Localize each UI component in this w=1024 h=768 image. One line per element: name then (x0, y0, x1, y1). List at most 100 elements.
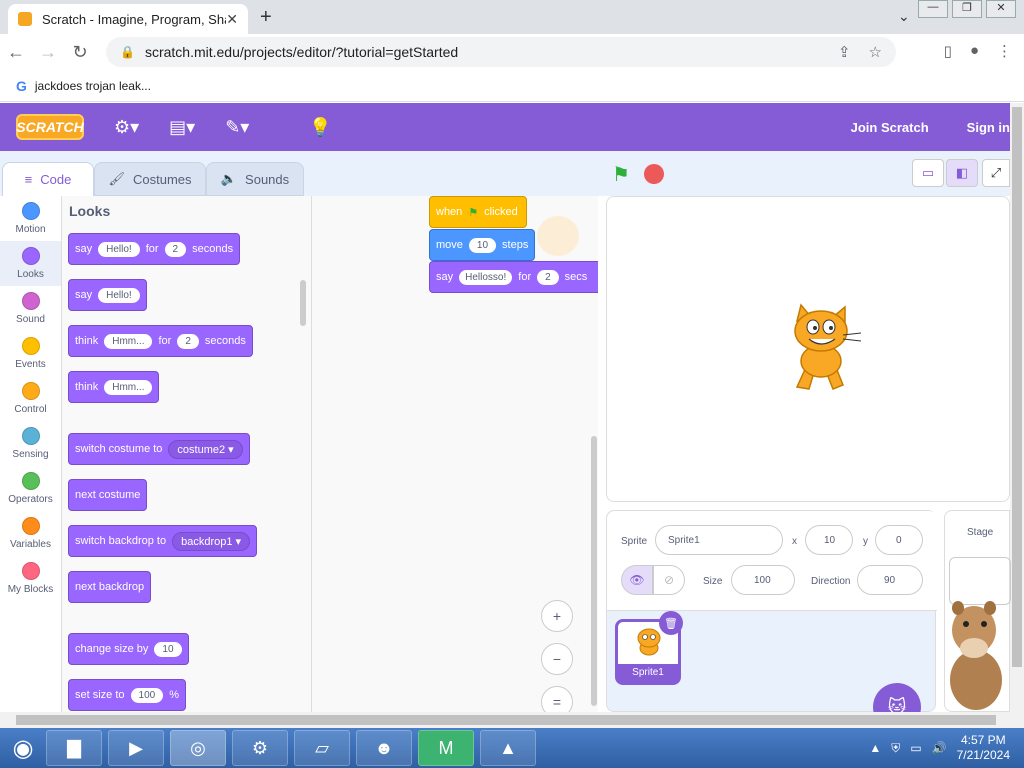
category-operators[interactable]: Operators (0, 466, 61, 511)
say-for-seconds-block[interactable]: say Hello! for 2 seconds (68, 233, 241, 265)
tab-sounds[interactable]: 🔈 Sounds (206, 162, 304, 196)
forward-arrow-icon[interactable]: → (32, 42, 64, 63)
fullscreen-button[interactable]: ⤢ (982, 159, 1010, 187)
size-field[interactable]: 100 (731, 565, 795, 595)
share-icon[interactable]: ⇪ (838, 43, 851, 61)
tab-search-chevron-icon[interactable]: ⌄ (898, 8, 910, 25)
switch-backdrop-block[interactable]: switch backdrop to backdrop1 ▾ (68, 525, 258, 557)
backdrop-thumbnail[interactable] (949, 557, 1011, 605)
think-block[interactable]: think Hmm... (68, 371, 160, 403)
green-flag-icon: ⚑ (468, 206, 479, 219)
tab-code[interactable]: ≡ Code (2, 162, 94, 196)
category-sensing[interactable]: Sensing (0, 421, 61, 466)
category-looks[interactable]: Looks (0, 241, 61, 286)
switch-costume-block[interactable]: switch costume to costume2 ▾ (68, 433, 250, 465)
bookmark-star-icon[interactable]: ☆ (869, 43, 882, 61)
taskbar-app-notepad-icon[interactable]: ▱ (294, 730, 350, 766)
say-for-secs-block[interactable]: say Hellosso! for 2 secs (429, 261, 598, 293)
code-workspace[interactable]: when ⚑ clicked move 10 steps say Hellosso! for… (312, 196, 598, 712)
small-stage-button[interactable]: ▭ (912, 159, 944, 187)
edit-pencil-icon[interactable]: ✎▾ (225, 117, 249, 138)
scratch-menu-bar: SCRATCH ⚙▾ ▤▾ ✎▾ 💡 Join Scratch Sign in (0, 103, 1010, 151)
start-button[interactable]: ◉ (0, 730, 46, 766)
speaker-icon: 🔈 (220, 171, 238, 186)
delete-sprite-trash-icon[interactable]: 🗑 (659, 611, 683, 635)
taskbar-app-chrome-icon[interactable]: ◎ (170, 730, 226, 766)
tray-expand-icon[interactable]: ▲ (869, 741, 881, 755)
zoom-reset-button[interactable]: = (541, 686, 573, 712)
cat-sprite-icon[interactable] (777, 303, 867, 395)
code-icon: ≡ (24, 172, 33, 187)
say-block[interactable]: say Hello! (68, 279, 147, 311)
scratch-logo[interactable]: SCRATCH (16, 114, 84, 140)
sprite-pane: Sprite Sprite1 x 10 y 0 👁 ⊘ Size 100 Dir… (606, 510, 937, 731)
category-events[interactable]: Events (0, 331, 61, 376)
taskbar-app-game-icon[interactable]: ▲ (480, 730, 536, 766)
category-motion[interactable]: Motion (0, 196, 61, 241)
reload-icon[interactable]: ↻ (64, 42, 96, 63)
workspace-scrollbar[interactable] (591, 436, 597, 706)
stop-button[interactable] (644, 164, 664, 184)
when-flag-clicked-block[interactable]: when ⚑ clicked (429, 196, 527, 228)
taskbar-app-terminal-icon[interactable]: ▇ (46, 730, 102, 766)
close-tab-icon[interactable]: ✕ (226, 11, 238, 28)
side-panel-icon[interactable]: ▯ (944, 42, 952, 60)
profile-icon[interactable]: ● (970, 42, 979, 60)
taskbar-app-media-player-icon[interactable]: ▶ (108, 730, 164, 766)
minimize-button[interactable]: — (918, 0, 948, 18)
taskbar-app-robot-icon[interactable]: ☻ (356, 730, 412, 766)
hide-sprite-eye-icon[interactable]: ⊘ (653, 565, 685, 595)
url-field[interactable]: 🔒 scratch.mit.edu/projects/editor/?tutor… (106, 37, 896, 67)
category-my-blocks[interactable]: My Blocks (0, 556, 61, 601)
change-size-block[interactable]: change size by 10 (68, 633, 189, 665)
join-scratch-link[interactable]: Join Scratch (851, 120, 929, 135)
tab-costumes[interactable]: 🖌 Costumes (94, 162, 206, 196)
stage-canvas[interactable] (606, 196, 1010, 502)
sprite-name-field[interactable]: Sprite1 (655, 525, 783, 555)
direction-field[interactable]: 90 (857, 565, 923, 595)
sprite-watermark-icon (537, 216, 579, 256)
menu-kebab-icon[interactable]: ⋮ (997, 42, 1012, 60)
move-steps-block[interactable]: move 10 steps (429, 229, 536, 261)
sign-in-link[interactable]: Sign in (967, 120, 1010, 135)
normal-stage-button[interactable]: ◧ (946, 159, 978, 187)
page-horizontal-scrollbar[interactable] (0, 712, 1010, 728)
file-menu-icon[interactable]: ▤▾ (169, 117, 195, 138)
browser-tab[interactable]: Scratch - Imagine, Program, Shar ✕ (8, 4, 248, 34)
close-window-button[interactable]: ✕ (986, 0, 1016, 18)
hamster-overlay-image (950, 601, 1002, 710)
next-costume-block[interactable]: next costume (68, 479, 148, 511)
category-control[interactable]: Control (0, 376, 61, 421)
taskbar-clock[interactable]: 4:57 PM 7/21/2024 (957, 733, 1010, 763)
editor-tabs: ≡ Code 🖌 Costumes 🔈 Sounds (0, 151, 600, 196)
bookmark-item[interactable]: jackdoes trojan leak... (35, 79, 151, 93)
new-tab-button[interactable]: + (260, 6, 272, 29)
tutorials-lightbulb-icon[interactable]: 💡 (309, 117, 331, 138)
back-arrow-icon[interactable]: ← (0, 42, 32, 63)
taskbar-app-malwarebytes-icon[interactable]: M (418, 730, 474, 766)
category-variables[interactable]: Variables (0, 511, 61, 556)
taskbar-app-steam-icon[interactable]: ⚙ (232, 730, 288, 766)
page-vertical-scrollbar[interactable] (1010, 103, 1024, 728)
maximize-button[interactable]: ❐ (952, 0, 982, 18)
palette-scrollbar[interactable] (300, 280, 306, 326)
show-sprite-eye-icon[interactable]: 👁 (621, 565, 653, 595)
stage-header: ⚑ ▭ ◧ ⤢ (598, 151, 1010, 196)
tab-title: Scratch - Imagine, Program, Shar (42, 11, 227, 27)
zoom-in-button[interactable]: + (541, 600, 573, 632)
think-for-seconds-block[interactable]: think Hmm... for 2 seconds (68, 325, 253, 357)
y-position-field[interactable]: 0 (875, 525, 923, 555)
next-backdrop-block[interactable]: next backdrop (68, 571, 152, 603)
tray-shield-icon[interactable]: ⛨ (891, 741, 900, 756)
category-sound[interactable]: Sound (0, 286, 61, 331)
tray-volume-icon[interactable]: 🔊 (932, 741, 947, 755)
zoom-out-button[interactable]: − (541, 643, 573, 675)
set-size-block[interactable]: set size to 100% (68, 679, 186, 711)
green-flag-button[interactable]: ⚑ (612, 162, 630, 187)
lock-icon: 🔒 (120, 45, 135, 59)
settings-gear-icon[interactable]: ⚙▾ (114, 117, 139, 138)
tray-display-icon[interactable]: ▭ (910, 741, 921, 755)
address-bar-row: ← → ↻ 🔒 scratch.mit.edu/projects/editor/… (0, 34, 1024, 70)
bookmarks-bar: G jackdoes trojan leak... (0, 70, 1024, 102)
x-position-field[interactable]: 10 (805, 525, 853, 555)
